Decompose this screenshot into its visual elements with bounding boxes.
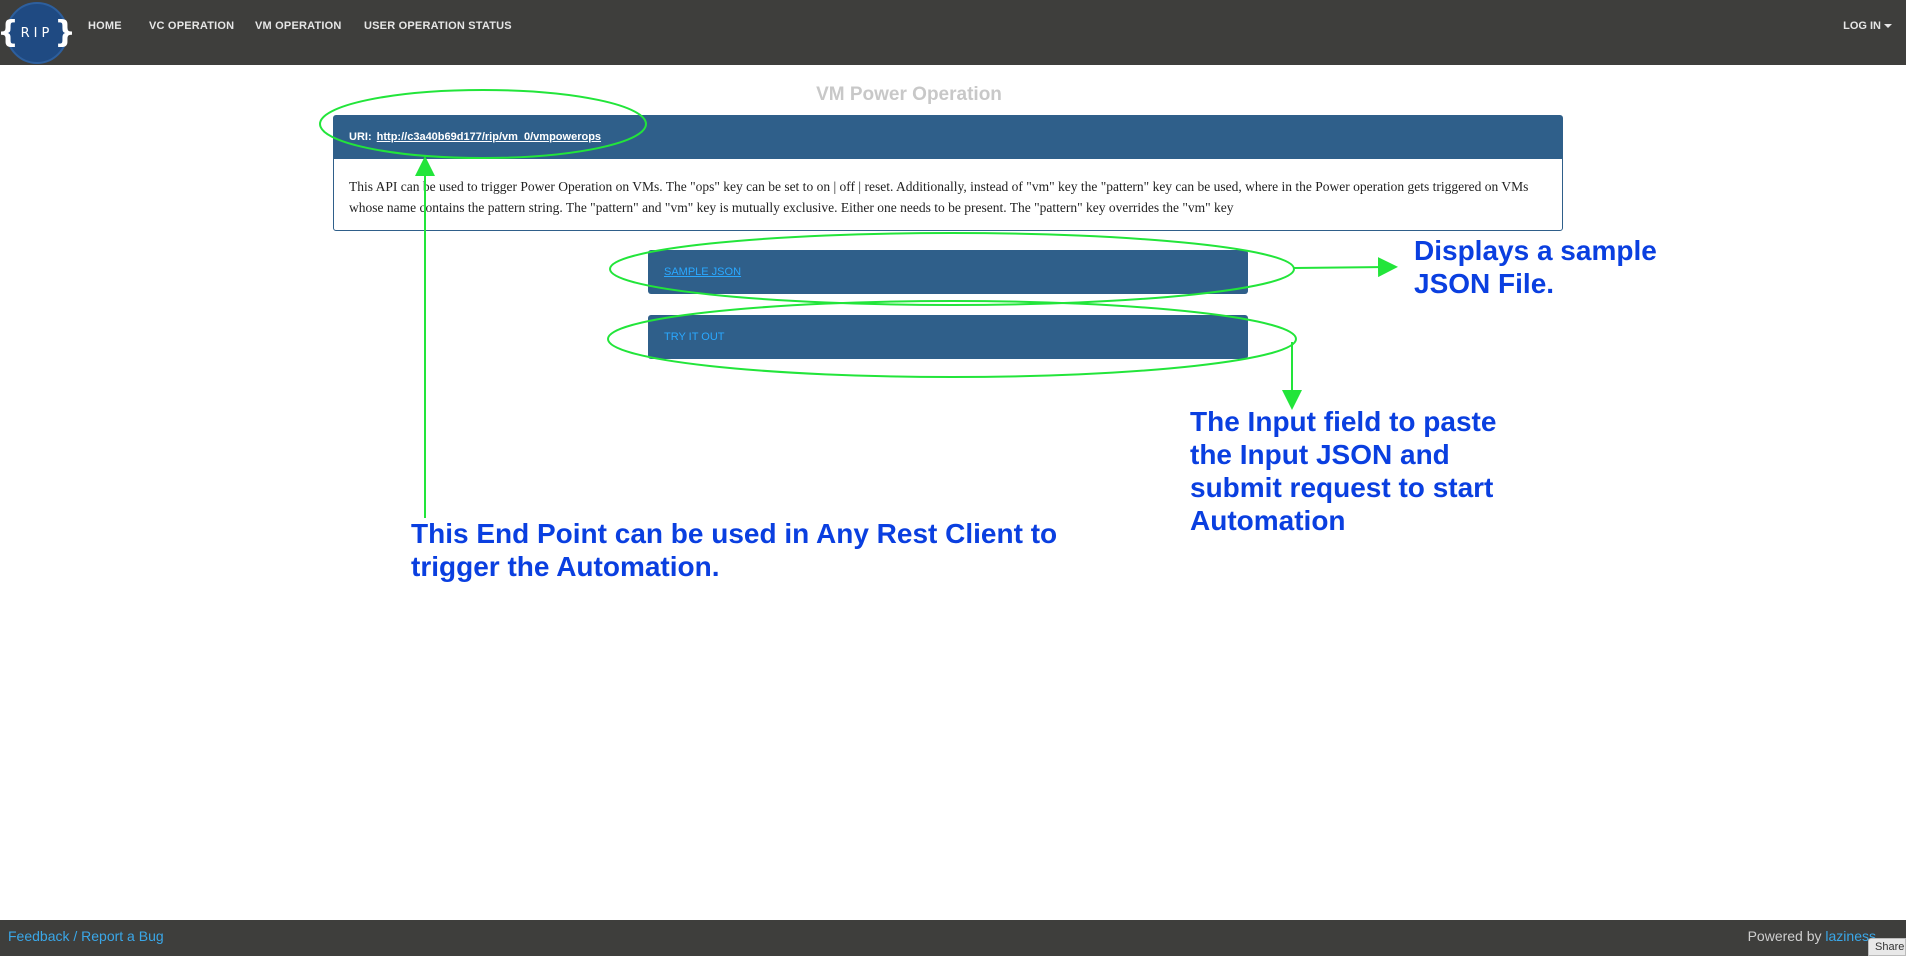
powered-by: Powered by laziness <box>1748 928 1876 944</box>
api-panel-header: URI: http://c3a40b69d177/rip/vm_0/vmpowe… <box>334 116 1562 159</box>
powered-by-label: Powered by <box>1747 928 1822 944</box>
logo-brace-left: { <box>0 18 20 48</box>
annotation-input-field: The Input field to paste the Input JSON … <box>1190 406 1497 536</box>
uri-label: URI: <box>349 131 372 143</box>
sample-json-link[interactable]: SAMPLE JSON <box>664 266 741 278</box>
try-it-out-label[interactable]: TRY IT OUT <box>664 331 725 343</box>
logo[interactable]: { RIP } <box>0 2 76 64</box>
footer: Feedback / Report a Bug Powered by lazin… <box>0 920 1906 956</box>
try-it-out-panel[interactable]: TRY IT OUT <box>648 315 1248 359</box>
nav-user-operation-status[interactable]: USER OPERATION STATUS <box>364 20 512 32</box>
login-dropdown[interactable]: LOG IN <box>1843 20 1892 32</box>
annotation-sample-json: Displays a sample JSON File. <box>1414 235 1657 299</box>
logo-text: RIP <box>20 25 54 41</box>
nav-home[interactable]: HOME <box>88 20 122 32</box>
uri-link[interactable]: http://c3a40b69d177/rip/vm_0/vmpowerops <box>377 131 601 143</box>
nav-vm-operation[interactable]: VM OPERATION <box>255 20 342 32</box>
share-button[interactable]: Share <box>1868 938 1906 956</box>
page: { RIP } HOME VC OPERATION VM OPERATION U… <box>0 0 1906 956</box>
navbar: { RIP } HOME VC OPERATION VM OPERATION U… <box>0 0 1906 65</box>
caret-down-icon <box>1884 24 1892 29</box>
nav-vc-operation[interactable]: VC OPERATION <box>149 20 234 32</box>
sample-json-panel[interactable]: SAMPLE JSON <box>648 250 1248 294</box>
logo-brace-right: } <box>54 15 77 50</box>
api-description: This API can be used to trigger Power Op… <box>349 179 1529 215</box>
sample-arrow <box>1293 257 1398 278</box>
login-label: LOG IN <box>1843 20 1881 32</box>
api-panel: URI: http://c3a40b69d177/rip/vm_0/vmpowe… <box>333 115 1563 231</box>
annotation-endpoint: This End Point can be used in Any Rest C… <box>411 518 1058 582</box>
page-title: VM Power Operation <box>816 84 1002 105</box>
feedback-link[interactable]: Feedback / Report a Bug <box>8 928 164 944</box>
